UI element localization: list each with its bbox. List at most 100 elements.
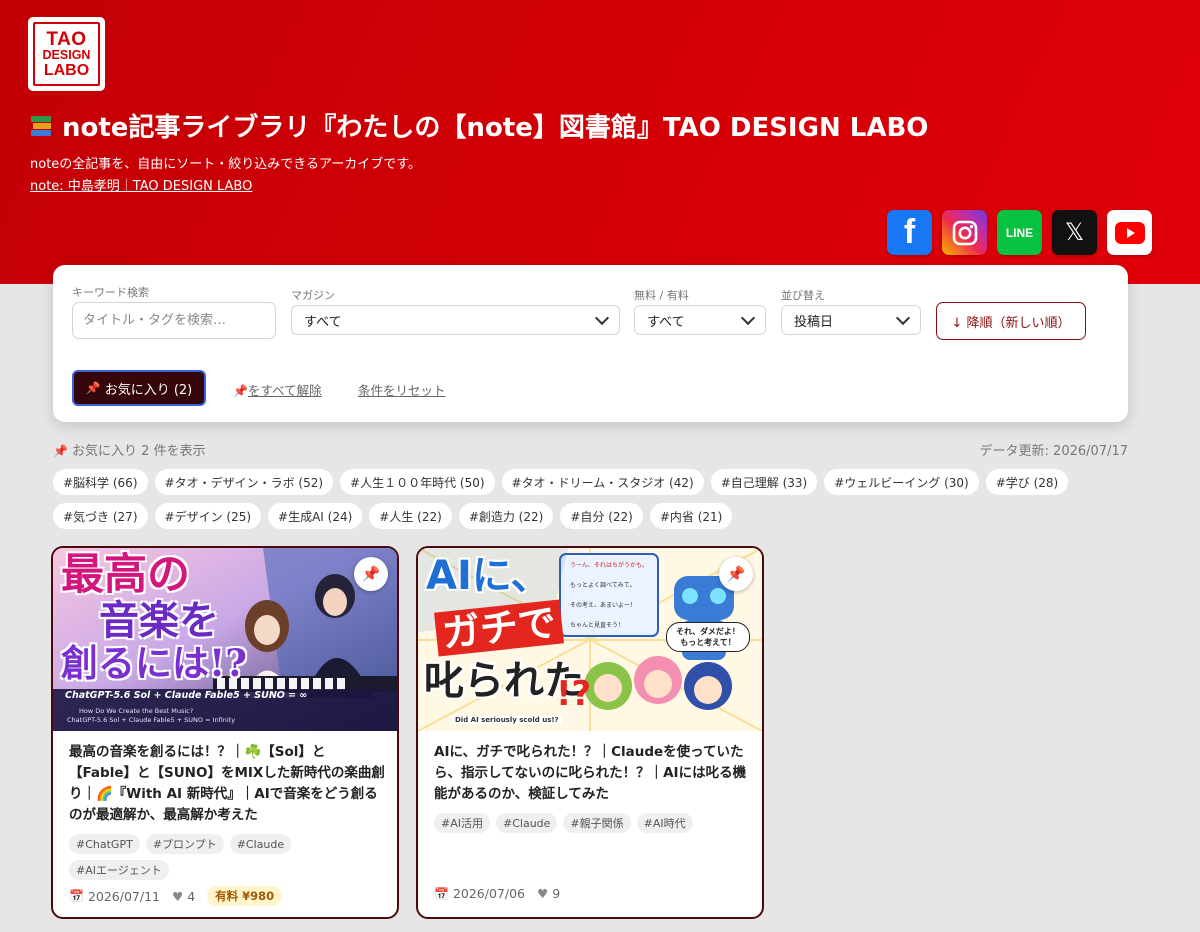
thumb-banner: ChatGPT-5.6 Sol + Claude Fable5 + SUNO =… <box>65 690 308 701</box>
chevron-down-icon <box>740 310 756 325</box>
thumb-mark: !? <box>556 674 592 714</box>
pushpin-icon: 📌 <box>85 381 101 395</box>
title-row: note記事ライブラリ『わたしの【note】図書館』TAO DESIGN LAB… <box>30 107 928 144</box>
price-select-value: すべて <box>647 314 685 330</box>
tag-chip[interactable]: #デザイン (25) <box>154 503 262 529</box>
article-title[interactable]: AIに、ガチで叱られた！？｜Claudeを使っていたら、指示してないのに叱られた… <box>434 742 750 805</box>
pushpin-icon: 📌 <box>233 384 248 398</box>
pin-toggle-button[interactable]: 📌 <box>719 557 753 591</box>
favorites-button[interactable]: 📌 お気に入り (2) <box>72 370 206 406</box>
sort-select[interactable]: 投稿日 <box>781 305 921 335</box>
logo-line-1: TAO <box>46 28 87 50</box>
price-label: 無料 / 有料 <box>634 289 689 302</box>
article-tag[interactable]: #AIエージェント <box>69 860 169 880</box>
sort-label: 並び替え <box>781 289 825 302</box>
magazine-select-value: すべて <box>304 314 342 330</box>
instagram-icon[interactable] <box>942 210 987 255</box>
sort-order-button[interactable]: ↓ 降順（新しい順） <box>936 302 1086 340</box>
tag-chip[interactable]: #創造力 (22) <box>458 503 554 529</box>
article-tags: #ChatGPT #プロンプト #Claude #AIエージェント <box>69 834 389 880</box>
tag-chip[interactable]: #脳科学 (66) <box>53 469 148 495</box>
article-tags: #AI活用 #Claude #親子関係 #AI時代 <box>434 813 754 833</box>
facebook-icon[interactable]: f <box>887 210 932 255</box>
thumb-callout: それ、ダメだよ！もっと考えて！ <box>666 622 750 652</box>
pushpin-icon: 📌 <box>53 444 68 458</box>
article-tag[interactable]: #親子関係 <box>563 813 631 833</box>
thumb-line-2: 音楽を <box>99 597 219 644</box>
article-likes: 4 <box>187 888 196 904</box>
pushpin-icon: 📌 <box>726 565 746 583</box>
logo[interactable]: TAO DESIGN LABO <box>28 17 105 91</box>
page-title: note記事ライブラリ『わたしの【note】図書館』TAO DESIGN LAB… <box>62 113 929 143</box>
article-meta: 📅 2026/07/06 ♥ 9 <box>434 886 572 901</box>
note-profile-link[interactable]: note: 中島孝明｜TAO DESIGN LABO <box>30 175 252 194</box>
thumb-line-3: 創るには!? <box>61 641 247 685</box>
unpin-all-link[interactable]: 📌をすべて解除 <box>233 380 322 399</box>
article-tag[interactable]: #Claude <box>496 813 558 833</box>
thumb-bubble-2: もっとよく調べてみて。 <box>570 582 636 589</box>
sort-select-value: 投稿日 <box>794 314 834 330</box>
results-summary: 📌 お気に入り 2 件を表示 <box>53 440 206 459</box>
thumb-bubble-1: うーん、それはちがうかも。 <box>570 562 649 569</box>
keyword-search-input[interactable] <box>72 302 276 339</box>
logo-line-2: DESIGN <box>42 47 91 62</box>
calendar-icon: 📅 <box>69 889 84 903</box>
tag-chip[interactable]: #ウェルビーイング (30) <box>824 469 979 495</box>
article-tag[interactable]: #AI活用 <box>434 813 490 833</box>
chevron-down-icon <box>895 310 911 325</box>
logo-line-3: LABO <box>43 61 90 79</box>
calendar-icon: 📅 <box>434 886 449 901</box>
data-updated: データ更新: 2026/07/17 <box>979 444 1128 459</box>
pin-toggle-button[interactable]: 📌 <box>354 557 388 591</box>
magazine-select[interactable]: すべて <box>291 305 620 335</box>
article-date: 2026/07/06 <box>452 886 525 901</box>
tag-chip[interactable]: #自分 (22) <box>560 503 643 529</box>
article-meta: 📅 2026/07/11 ♥ 4 有料 ¥980 <box>69 886 283 906</box>
article-thumbnail[interactable]: AIに、 ガチで 叱られた !? うーん、それはちがうかも。 もっとよく調べてみ… <box>418 548 762 731</box>
thumb-subtitle: Did AI seriously scold us!? <box>452 716 562 724</box>
chevron-down-icon <box>594 310 610 325</box>
keyword-label: キーワード検索 <box>72 286 149 299</box>
tag-chip[interactable]: #内省 (21) <box>649 503 733 529</box>
article-tag[interactable]: #Claude <box>229 834 292 854</box>
article-tag[interactable]: #AI時代 <box>636 813 693 833</box>
tag-chip[interactable]: #生成AI (24) <box>268 503 363 529</box>
books-icon <box>30 115 52 137</box>
results-summary-text: お気に入り 2 件を表示 <box>71 444 206 459</box>
filter-panel: キーワード検索 マガジン すべて 無料 / 有料 すべて 並び替え 投稿日 ↓ … <box>53 265 1128 422</box>
tag-chip[interactable]: #人生１００年時代 (50) <box>340 469 495 495</box>
article-thumbnail[interactable]: 最高の 音楽を 創るには!? ChatGPT-5.6 Sol + Claude … <box>53 548 397 731</box>
price-badge: 有料 ¥980 <box>207 886 283 906</box>
tag-chip[interactable]: #タオ・ドリーム・スタジオ (42) <box>501 469 704 495</box>
heart-icon: ♥ <box>537 886 549 901</box>
thumb-banner-sub: How Do We Create the Best Music? <box>79 707 194 715</box>
youtube-icon[interactable] <box>1107 210 1152 255</box>
hero-header: TAO DESIGN LABO note記事ライブラリ『わたしの【note】図書… <box>0 0 1200 284</box>
tag-chip[interactable]: #学び (28) <box>985 469 1069 495</box>
article-card[interactable]: AIに、 ガチで 叱られた !? うーん、それはちがうかも。 もっとよく調べてみ… <box>416 546 764 919</box>
magazine-label: マガジン <box>291 289 335 302</box>
article-title[interactable]: 最高の音楽を創るには！？｜☘️【Sol】と【Fable】と【SUNO】をMIXし… <box>69 742 385 826</box>
page-subtitle: noteの全記事を、自由にソート・絞り込みできるアーカイブです。 <box>30 157 421 172</box>
thumb-line-1: AIに、 <box>426 553 551 599</box>
reset-filters-link[interactable]: 条件をリセット <box>358 380 446 399</box>
favorites-button-label: お気に入り (2) <box>104 382 193 398</box>
thumb-line-1: 最高の <box>61 550 190 600</box>
tag-chip[interactable]: #気づき (27) <box>53 503 148 529</box>
thumb-bubble-4: ちゃんと見直そう！ <box>570 622 625 629</box>
thumb-banner-sub2: ChatGPT-5.6 Sol + Claude Fable5 + SUNO =… <box>67 716 236 724</box>
heart-icon: ♥ <box>172 888 184 904</box>
unpin-all-label: をすべて解除 <box>247 383 322 398</box>
article-tag[interactable]: #プロンプト <box>145 834 224 854</box>
tag-chip[interactable]: #タオ・デザイン・ラボ (52) <box>154 469 334 495</box>
tag-chip[interactable]: #人生 (22) <box>369 503 452 529</box>
article-date: 2026/07/11 <box>87 888 160 904</box>
price-select[interactable]: すべて <box>634 305 766 335</box>
line-icon[interactable]: LINE <box>997 210 1042 255</box>
tag-filter-list: #脳科学 (66) #タオ・デザイン・ラボ (52) #人生１００年時代 (50… <box>53 469 1133 529</box>
article-tag[interactable]: #ChatGPT <box>69 834 140 854</box>
tag-chip[interactable]: #自己理解 (33) <box>710 469 818 495</box>
x-icon[interactable]: 𝕏 <box>1052 210 1097 255</box>
pushpin-icon: 📌 <box>361 565 381 583</box>
article-card[interactable]: 最高の 音楽を 創るには!? ChatGPT-5.6 Sol + Claude … <box>51 546 399 919</box>
